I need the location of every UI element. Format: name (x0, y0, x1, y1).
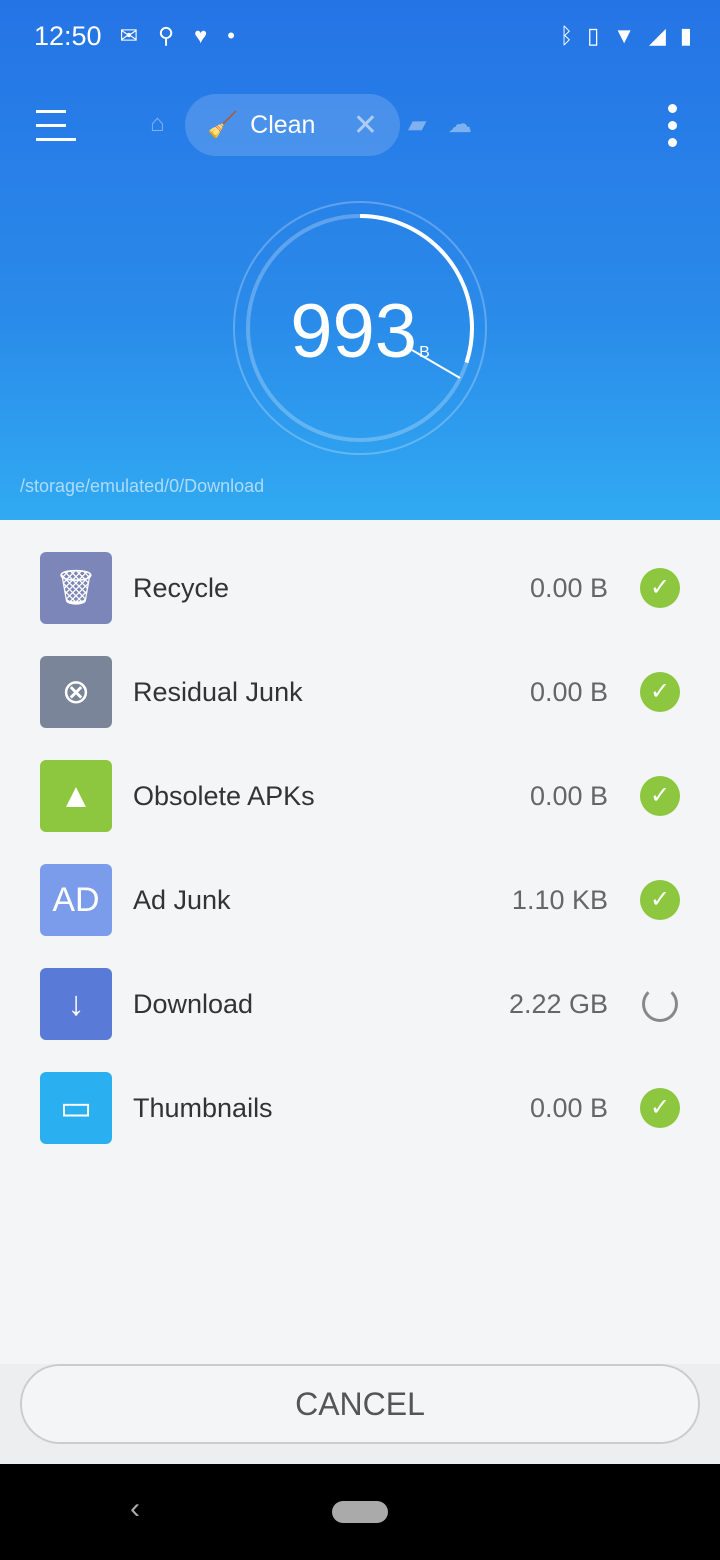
close-icon[interactable]: ✕ (353, 108, 378, 143)
battery-icon: ▮ (679, 23, 692, 48)
gmail-icon: ✉ (119, 23, 139, 48)
more-options-icon[interactable] (668, 104, 678, 155)
navigation-bar: ‹ (0, 1464, 720, 1560)
scan-path: /storage/emulated/0/Download (20, 476, 265, 496)
loading-icon (642, 986, 678, 1022)
item-label: Residual Junk (133, 677, 303, 707)
status-bar: 12:50 ✉ ⚲ ♥ • ᛒ ▯ ▼ ◢ ▮ (34, 18, 692, 54)
item-label: Download (133, 989, 254, 1019)
x-circle-icon: ⊗ (40, 656, 112, 728)
broom-icon: 🧹 (207, 110, 239, 139)
item-label: Thumbnails (133, 1093, 273, 1123)
tab-label: Clean (250, 110, 316, 139)
item-size: 0.00 B (529, 1093, 608, 1123)
junk-list: 🗑 Recycle 0.00 B ✓ ⊗ Residual Junk 0.00 B ✓… (40, 552, 680, 1176)
check-icon: ✓ (640, 880, 680, 920)
size-value: 993 (290, 289, 418, 374)
vibrate-icon: ▯ (587, 23, 600, 48)
list-item[interactable]: ▲ Obsolete APKs 0.00 B ✓ (40, 760, 680, 864)
dot-icon: • (227, 23, 235, 48)
sd-card-icon[interactable]: ▰ (408, 110, 426, 139)
home-icon[interactable]: ⌂ (150, 110, 165, 138)
ad-folder-icon: AD (40, 864, 112, 936)
list-item[interactable]: AD Ad Junk 1.10 KB ✓ (40, 864, 680, 968)
item-size: 0.00 B (529, 781, 608, 811)
download-icon: ↓ (40, 968, 112, 1040)
item-label: Recycle (133, 573, 230, 603)
heart-icon: ♥ (194, 23, 208, 48)
signal-icon: ◢ (648, 23, 666, 48)
item-label: Ad Junk (133, 885, 231, 915)
cancel-button[interactable]: CANCEL (20, 1364, 700, 1444)
keyhole-icon: ⚲ (158, 23, 175, 48)
clock: 12:50 (34, 20, 102, 51)
item-size: 1.10 KB (511, 885, 608, 915)
wifi-icon: ▼ (613, 23, 635, 48)
menu-button[interactable] (36, 110, 76, 142)
size-unit: B (419, 344, 430, 361)
check-icon: ✓ (640, 776, 680, 816)
header: 12:50 ✉ ⚲ ♥ • ᛒ ▯ ▼ ◢ ▮ ⌂ 🧹 Clean ✕ ▰ ☁ 993 B /sto… (0, 0, 720, 520)
check-icon: ✓ (640, 568, 680, 608)
back-icon[interactable]: ‹ (130, 1492, 140, 1526)
tab-clean[interactable]: 🧹 Clean ✕ (185, 94, 400, 156)
image-icon: ▭ (40, 1072, 112, 1144)
junk-size: 993 B (0, 288, 720, 375)
bluetooth-icon: ᛒ (559, 23, 574, 48)
item-size: 0.00 B (529, 573, 608, 603)
list-item[interactable]: ▭ Thumbnails 0.00 B ✓ (40, 1072, 680, 1176)
cloud-icon[interactable]: ☁ (448, 110, 472, 139)
item-size: 2.22 GB (508, 989, 608, 1019)
check-icon: ✓ (640, 1088, 680, 1128)
list-item[interactable]: 🗑 Recycle 0.00 B ✓ (40, 552, 680, 656)
list-item[interactable]: ⊗ Residual Junk 0.00 B ✓ (40, 656, 680, 760)
item-label: Obsolete APKs (133, 781, 315, 811)
trash-icon: 🗑 (40, 552, 112, 624)
list-item[interactable]: ↓ Download 2.22 GB (40, 968, 680, 1072)
home-pill[interactable] (332, 1501, 388, 1523)
item-size: 0.00 B (529, 677, 608, 707)
check-icon: ✓ (640, 672, 680, 712)
android-icon: ▲ (40, 760, 112, 832)
